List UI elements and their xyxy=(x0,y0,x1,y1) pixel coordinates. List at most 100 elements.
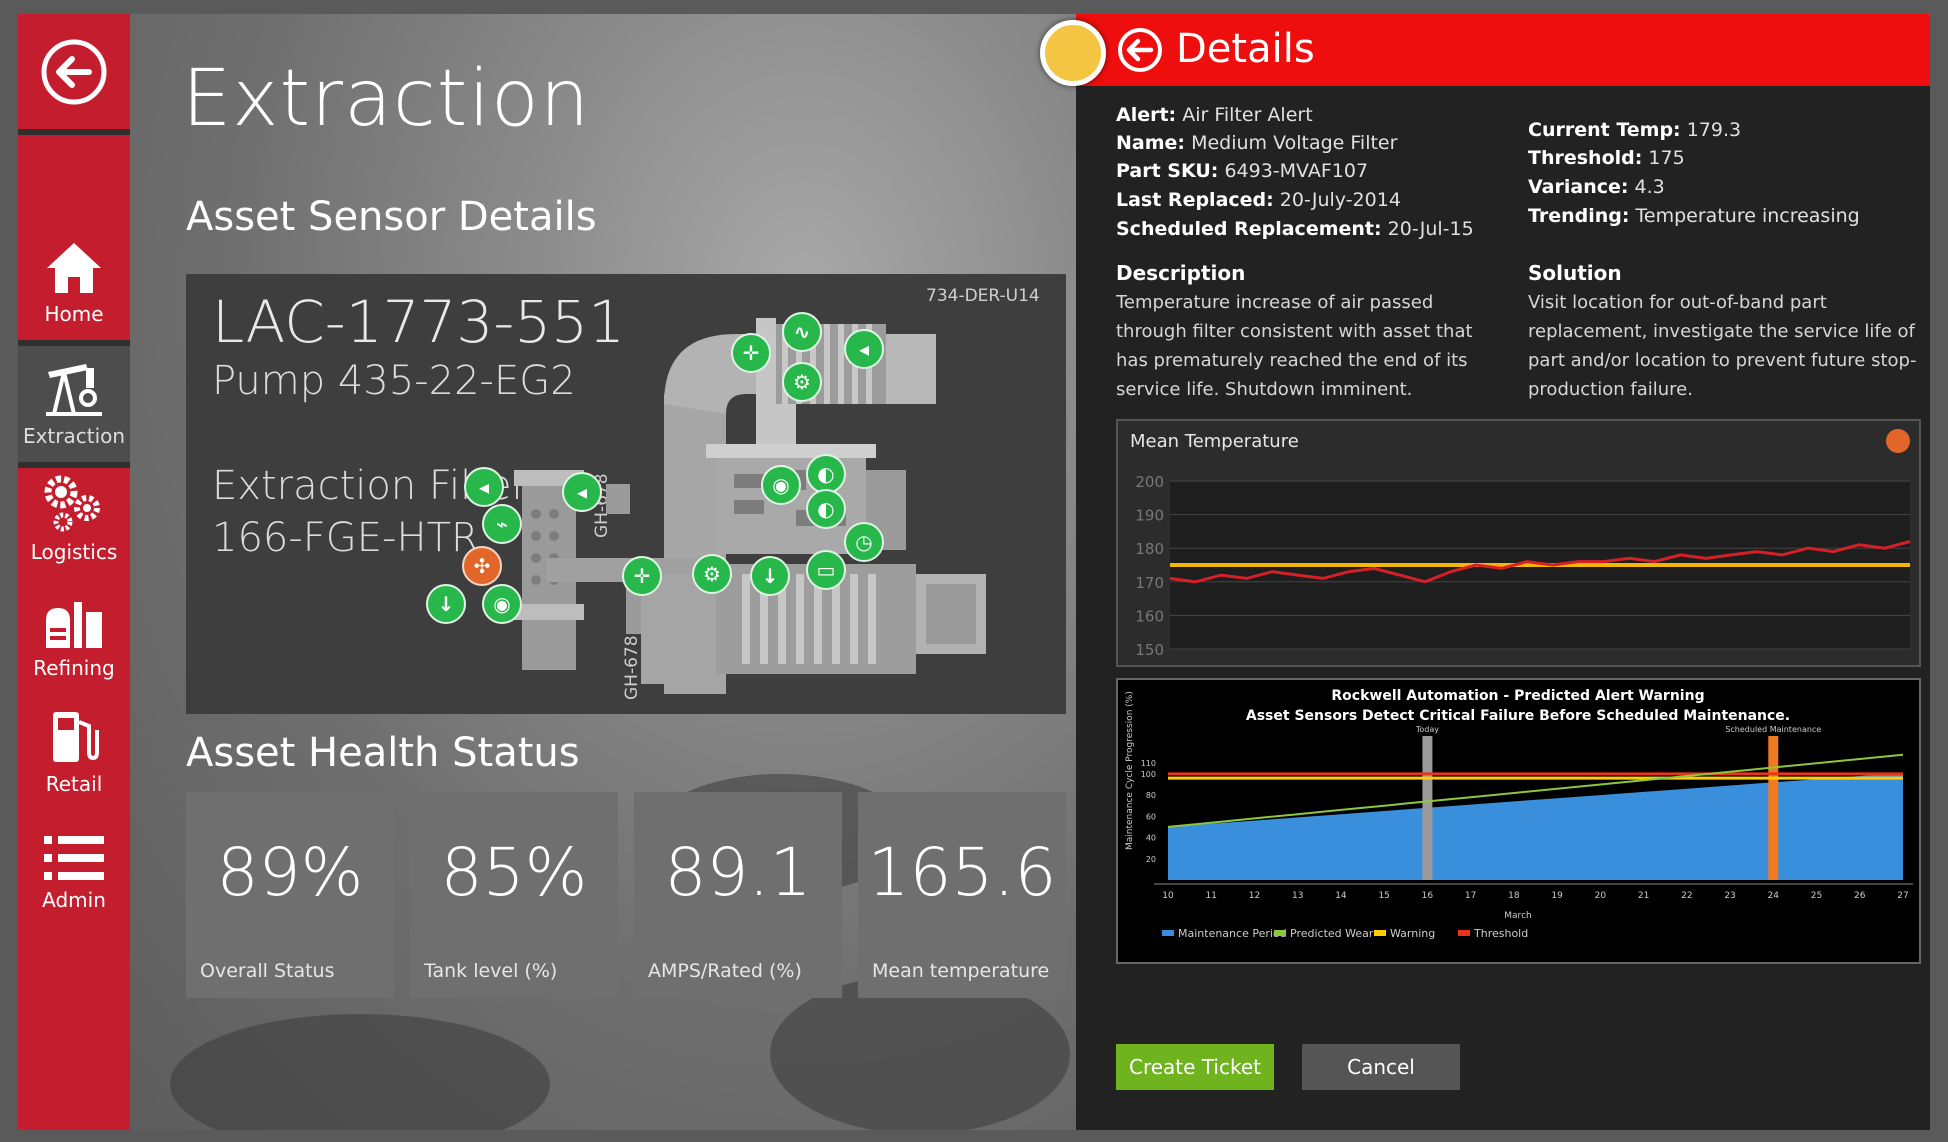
nav-item-extraction[interactable]: Extraction xyxy=(18,346,130,462)
sensor-signal-icon[interactable]: ◉ xyxy=(482,584,522,624)
x-tick-label: 17 xyxy=(1465,891,1476,901)
detail-sku: Part SKU: 6493-MVAF107 xyxy=(1116,160,1369,182)
sensor-battery-icon[interactable]: ▭ xyxy=(806,550,846,590)
sensor-signal-icon[interactable]: ◉ xyxy=(761,465,801,505)
y-tick-label: 160 xyxy=(1135,607,1164,625)
details-panel: Details Alert: Air Filter Alert Name: Me… xyxy=(1040,14,1930,1130)
y-tick-label: 60 xyxy=(1146,812,1156,821)
nav-label-home: Home xyxy=(44,302,104,326)
x-axis-label: March xyxy=(1504,911,1531,921)
x-tick-label: 16 xyxy=(1422,891,1434,901)
fuel-pump-icon xyxy=(53,712,99,762)
tile-label: AMPS/Rated (%) xyxy=(648,960,802,982)
detail-threshold: Threshold: 175 xyxy=(1528,147,1685,169)
nav-item-retail[interactable]: Retail xyxy=(18,694,130,810)
back-button[interactable] xyxy=(18,14,130,129)
y-tick-label: 180 xyxy=(1135,540,1164,558)
sensor-gear-icon[interactable]: ⚙ xyxy=(782,362,822,402)
x-tick-label: 10 xyxy=(1162,891,1174,901)
sensor-move-icon[interactable]: ✛ xyxy=(622,556,662,596)
sensor-thermometer-icon[interactable]: ↓ xyxy=(750,556,790,596)
tile-label: Mean temperature xyxy=(872,960,1050,982)
pipeline-diagram xyxy=(514,318,986,694)
main-content: Extraction Asset Sensor Details LAC-1773… xyxy=(130,14,1093,1130)
sensor-horn-icon[interactable]: ◂ xyxy=(562,472,602,512)
detail-alert: Alert: Air Filter Alert xyxy=(1116,104,1313,126)
tile-mean-temperature[interactable]: 165.6 Mean temperature xyxy=(858,792,1066,998)
details-header: Details xyxy=(1076,14,1930,86)
health-section-title: Asset Health Status xyxy=(186,730,580,776)
sensor-move-icon[interactable]: ✛ xyxy=(731,333,771,373)
app-frame: Home Extraction Logistics Refining Retai… xyxy=(18,14,1930,1130)
legend-swatch xyxy=(1274,930,1286,936)
back-arrow-icon[interactable] xyxy=(1116,26,1164,74)
sensor-wave-icon[interactable]: ∿ xyxy=(782,312,822,352)
tile-overall-status[interactable]: 89% Overall Status xyxy=(186,792,394,998)
y-tick-label: 150 xyxy=(1135,641,1164,659)
sensor-gauge-icon[interactable]: ◐ xyxy=(806,489,846,529)
tile-label: Tank level (%) xyxy=(424,960,558,982)
solution-title: Solution xyxy=(1528,261,1622,285)
page-title: Extraction xyxy=(182,54,591,144)
cancel-button[interactable]: Cancel xyxy=(1302,1044,1460,1090)
y-axis-label: Maintenance Cycle Progression (%) xyxy=(1125,691,1135,850)
y-tick-label: 80 xyxy=(1146,791,1156,800)
chart-title: Rockwell Automation - Predicted Alert Wa… xyxy=(1331,688,1704,704)
legend-swatch xyxy=(1458,930,1470,936)
marker-label: Scheduled Maintenance xyxy=(1725,725,1821,734)
y-tick-label: 200 xyxy=(1135,473,1164,491)
sensor-gauge-icon[interactable]: ◐ xyxy=(806,454,846,494)
status-indicator xyxy=(1040,20,1106,86)
tile-value: 165.6 xyxy=(867,834,1057,911)
side-nav: Home Extraction Logistics Refining Retai… xyxy=(18,14,130,1130)
y-tick-label: 100 xyxy=(1141,770,1156,779)
x-tick-label: 24 xyxy=(1768,891,1780,901)
detail-current-temp: Current Temp: 179.3 xyxy=(1528,119,1742,141)
x-tick-label: 12 xyxy=(1249,891,1260,901)
pumpjack-icon xyxy=(46,364,102,416)
y-tick-label: 40 xyxy=(1146,834,1156,843)
legend-label: Threshold xyxy=(1473,927,1528,940)
x-tick-label: 14 xyxy=(1335,891,1347,901)
nav-item-admin[interactable]: Admin xyxy=(18,810,130,926)
nav-item-home[interactable]: Home xyxy=(18,224,130,340)
sensor-faucet-icon[interactable]: ⌁ xyxy=(482,504,522,544)
detail-trending: Trending: Temperature increasing xyxy=(1528,205,1860,227)
marker-label: Today xyxy=(1415,725,1439,734)
sensor-horn-icon[interactable]: ◂ xyxy=(464,467,504,507)
sensor-horn-icon[interactable]: ◂ xyxy=(844,329,884,369)
sensor-panel: LAC-1773-551 Pump 435-22-EG2 Extraction … xyxy=(186,274,1066,714)
tile-amps-rated[interactable]: 89.1 AMPS/Rated (%) xyxy=(634,792,842,998)
x-tick-label: 18 xyxy=(1508,891,1520,901)
details-title: Details xyxy=(1176,26,1315,72)
nav-item-refining[interactable]: Refining xyxy=(18,578,130,694)
nav-label-refining: Refining xyxy=(33,656,115,680)
detail-variance: Variance: 4.3 xyxy=(1528,176,1665,198)
sensor-section-title: Asset Sensor Details xyxy=(186,194,597,240)
legend-label: Warning xyxy=(1390,927,1435,940)
sensor-fan-icon[interactable]: ✣ xyxy=(462,546,502,586)
tile-tank-level[interactable]: 85% Tank level (%) xyxy=(410,792,618,998)
nav-label-retail: Retail xyxy=(45,772,103,796)
x-tick-label: 20 xyxy=(1595,891,1607,901)
sensor-gear-icon[interactable]: ⚙ xyxy=(692,554,732,594)
legend-label: Maintenance Period xyxy=(1178,927,1287,940)
tile-value: 89.1 xyxy=(664,834,812,911)
x-tick-label: 15 xyxy=(1378,891,1389,901)
x-tick-label: 11 xyxy=(1206,891,1217,901)
x-tick-label: 23 xyxy=(1724,891,1735,901)
detail-last-replaced: Last Replaced: 20-July-2014 xyxy=(1116,189,1401,211)
home-icon xyxy=(47,243,101,293)
chart-subtitle: Asset Sensors Detect Critical Failure Be… xyxy=(1246,708,1790,724)
nav-item-logistics[interactable]: Logistics xyxy=(18,462,130,578)
create-ticket-button[interactable]: Create Ticket xyxy=(1116,1044,1274,1090)
sensor-thermometer-icon[interactable]: ↓ xyxy=(426,584,466,624)
refinery-icon xyxy=(46,602,102,648)
mean-temperature-chart: Mean Temperature 200 190 180 170 160 150 xyxy=(1116,419,1921,667)
tile-value: 89% xyxy=(216,834,364,911)
description-title: Description xyxy=(1116,261,1246,285)
sensor-timer-icon[interactable]: ◷ xyxy=(844,522,884,562)
x-tick-label: 13 xyxy=(1292,891,1303,901)
maintenance-period-area xyxy=(1168,772,1903,880)
list-icon xyxy=(44,836,104,880)
